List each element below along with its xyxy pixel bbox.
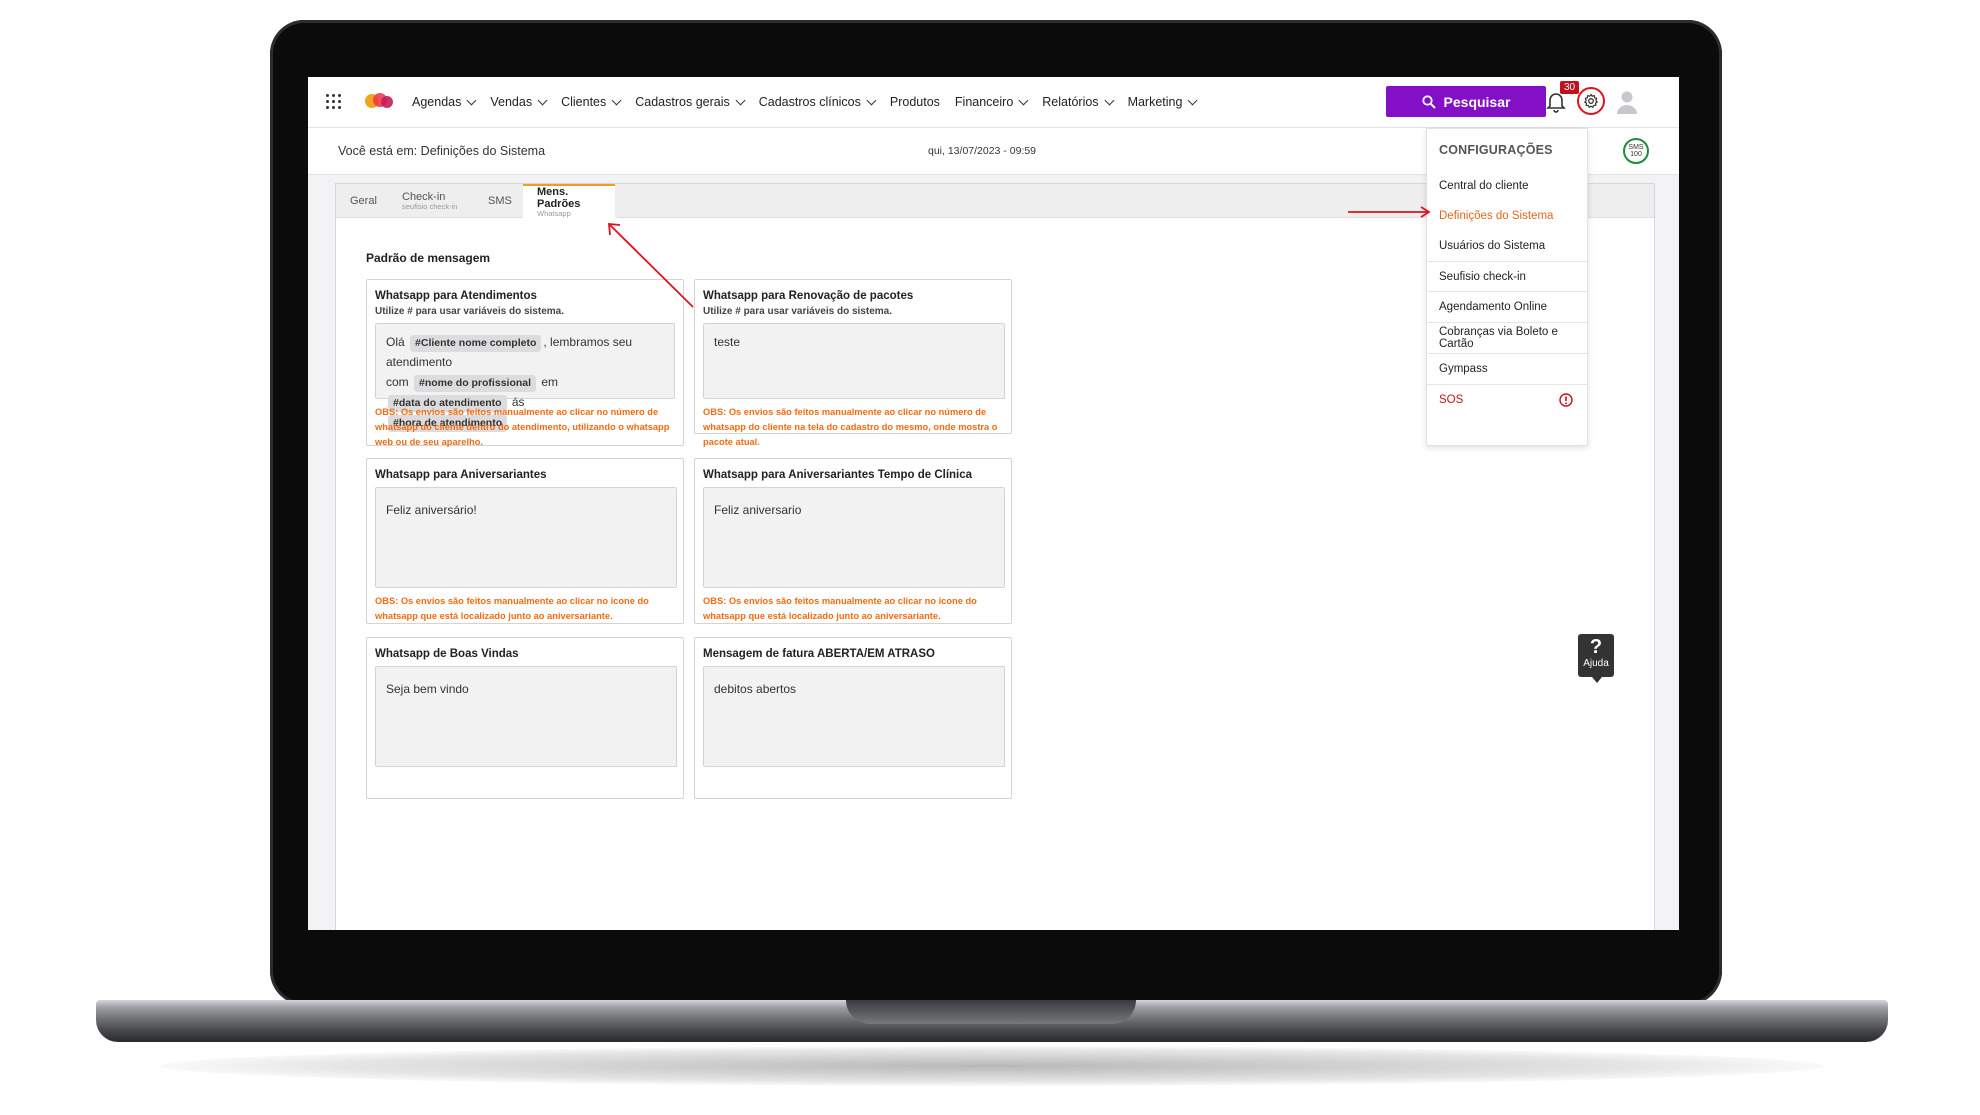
- card-subtitle: Utilize # para usar variáveis do sistema…: [703, 306, 892, 317]
- search-button[interactable]: Pesquisar: [1386, 86, 1546, 117]
- message-textarea-fatura[interactable]: debitos abertos: [703, 666, 1005, 767]
- settings-gear-icon[interactable]: [1577, 87, 1605, 115]
- nav-item-produtos[interactable]: Produtos: [890, 95, 940, 109]
- card-title: Whatsapp para Renovação de pacotes: [703, 290, 914, 302]
- search-icon: [1421, 94, 1436, 109]
- card-title: Whatsapp para Atendimentos: [375, 290, 537, 302]
- tab-mens-padroes[interactable]: Mens. Padrões Whatsapp: [523, 184, 615, 218]
- config-item-agendamento-online[interactable]: Agendamento Online: [1427, 291, 1587, 322]
- main-menu: Agendas Vendas Clientes Cadastros gerais Cad…: [412, 77, 1198, 127]
- notification-count-badge: 30: [1560, 81, 1580, 94]
- laptop-shadow: [160, 1046, 1824, 1086]
- card-renovacao: Whatsapp para Renovação de pacotes Utili…: [694, 279, 1012, 447]
- obs-note: OBS: Os envios são feitos manualmente ao…: [703, 407, 998, 447]
- nav-item-agendas[interactable]: Agendas: [412, 95, 477, 109]
- tab-geral[interactable]: Geral: [336, 184, 392, 217]
- config-dropdown-menu: CONFIGURAÇÕES Central do cliente Definiç…: [1426, 128, 1588, 446]
- chevron-down-icon: [611, 95, 622, 105]
- section-title: Padrão de mensagem: [366, 251, 491, 265]
- card-title: Whatsapp de Boas Vindas: [375, 648, 519, 660]
- user-avatar-icon[interactable]: [1616, 90, 1638, 114]
- message-textarea-atendimentos[interactable]: Olá #Cliente nome completo, lembramos se…: [375, 323, 675, 432]
- help-button[interactable]: ? Ajuda: [1578, 634, 1614, 683]
- card-aniversariantes-tempo-clinica: Whatsapp para Aniversariantes Tempo de C…: [694, 458, 1012, 624]
- card-fatura: Mensagem de fatura ABERTA/EM ATRASO debi…: [694, 637, 1012, 799]
- screen: Agendas Vendas Clientes Cadastros gerais Cad…: [308, 77, 1679, 930]
- config-item-definicoes-sistema[interactable]: Definições do Sistema: [1427, 200, 1587, 231]
- tab-sms[interactable]: SMS: [474, 184, 524, 217]
- laptop-notch: [846, 1000, 1136, 1024]
- card-subtitle: Utilize # para usar variáveis do sistema…: [375, 306, 564, 317]
- breadcrumb: Você está em: Definições do Sistema: [338, 144, 546, 158]
- sms-credit-badge[interactable]: SMS 100: [1623, 138, 1649, 164]
- obs-note: OBS: Os envios são feitos manualmente ao…: [375, 407, 670, 447]
- nav-item-vendas[interactable]: Vendas: [490, 95, 548, 109]
- nav-item-marketing[interactable]: Marketing: [1128, 95, 1198, 109]
- message-textarea-renovacao[interactable]: teste: [703, 323, 1005, 399]
- config-item-central-cliente[interactable]: Central do cliente: [1427, 170, 1587, 201]
- card-atendimentos: Whatsapp para Atendimentos Utilize # par…: [366, 279, 684, 447]
- config-menu-title: CONFIGURAÇÕES: [1439, 143, 1553, 157]
- chevron-down-icon: [466, 95, 477, 105]
- card-aniversariantes: Whatsapp para Aniversariantes Feliz aniv…: [366, 458, 684, 624]
- message-textarea-boas-vindas[interactable]: Seja bem vindo: [375, 666, 677, 767]
- alert-circle-icon: [1559, 393, 1573, 407]
- message-textarea-aniversariantes[interactable]: Feliz aniversário!: [375, 487, 677, 588]
- config-item-sos[interactable]: SOS: [1427, 384, 1587, 415]
- card-title: Whatsapp para Aniversariantes: [375, 469, 547, 481]
- tab-check-in[interactable]: Check-in seufisio check-in: [388, 184, 472, 217]
- help-question-icon: ?: [1589, 636, 1603, 658]
- brand-logo[interactable]: [363, 91, 395, 116]
- card-title: Mensagem de fatura ABERTA/EM ATRASO: [703, 648, 935, 660]
- chevron-down-icon: [735, 95, 746, 105]
- top-navbar: Agendas Vendas Clientes Cadastros gerais Cad…: [308, 77, 1679, 128]
- obs-note: OBS: Os envios são feitos manualmente ao…: [375, 596, 649, 621]
- chevron-down-icon: [1018, 95, 1029, 105]
- chevron-down-icon: [1188, 95, 1198, 105]
- obs-note: OBS: Os envios são feitos manualmente ao…: [703, 596, 977, 621]
- config-item-gympass[interactable]: Gympass: [1427, 353, 1587, 384]
- current-datetime: qui, 13/07/2023 - 09:59: [928, 145, 1037, 157]
- card-title: Whatsapp para Aniversariantes Tempo de C…: [703, 469, 973, 481]
- variable-tag[interactable]: #Cliente nome completo: [410, 335, 542, 352]
- chevron-down-icon: [866, 95, 877, 105]
- chevron-down-icon: [1104, 95, 1115, 105]
- nav-item-relat-rios[interactable]: Relatórios: [1042, 95, 1115, 109]
- notifications-bell-icon[interactable]: [1546, 91, 1566, 113]
- variable-tag[interactable]: #nome do profissional: [414, 375, 537, 392]
- nav-item-financeiro[interactable]: Financeiro: [955, 95, 1029, 109]
- nav-item-cadastros-gerais[interactable]: Cadastros gerais: [635, 95, 746, 109]
- message-textarea-aniversariantes-tempo[interactable]: Feliz aniversario: [703, 487, 1005, 588]
- nav-item-clientes[interactable]: Clientes: [561, 95, 622, 109]
- apps-grid-icon[interactable]: [326, 94, 342, 110]
- card-boas-vindas: Whatsapp de Boas Vindas Seja bem vindo: [366, 637, 684, 799]
- help-label: Ajuda: [1583, 658, 1609, 669]
- search-button-label: Pesquisar: [1443, 93, 1511, 110]
- nav-item-cadastros-cl-nicos[interactable]: Cadastros clínicos: [759, 95, 877, 109]
- config-item-seufisio-check-in[interactable]: Seufisio check-in: [1427, 261, 1587, 292]
- chevron-down-icon: [537, 95, 548, 105]
- config-item-usuarios-sistema[interactable]: Usuários do Sistema: [1427, 230, 1587, 261]
- config-item-cobrancas[interactable]: Cobranças via Boleto e Cartão: [1427, 322, 1587, 353]
